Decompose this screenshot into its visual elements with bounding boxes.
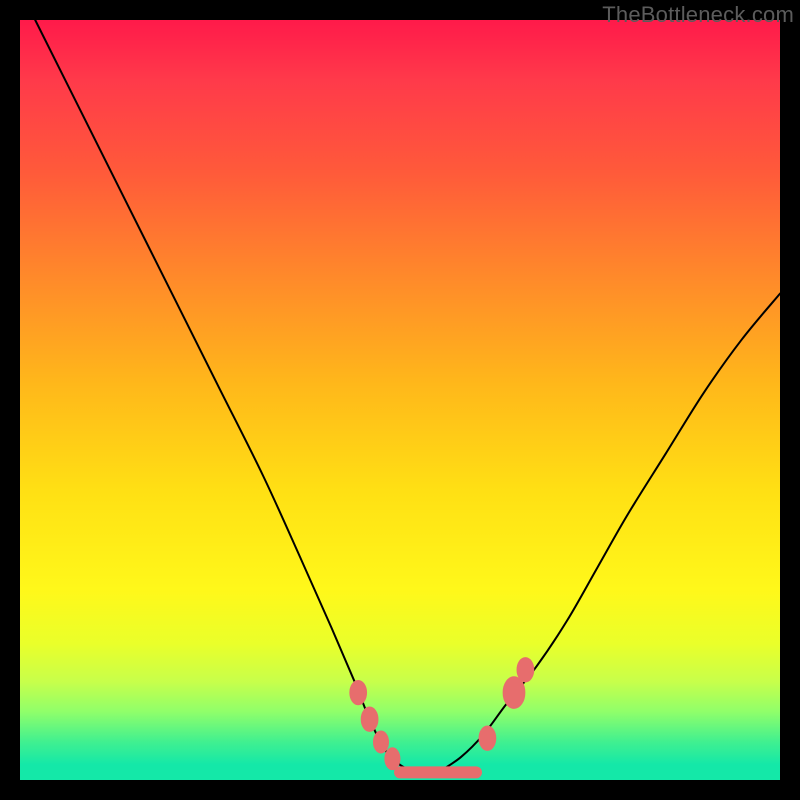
data-bead bbox=[517, 658, 534, 682]
data-bead bbox=[361, 707, 378, 731]
left-curve bbox=[35, 20, 415, 772]
data-bead bbox=[373, 731, 388, 753]
data-bead bbox=[350, 680, 367, 704]
chart-frame bbox=[20, 20, 780, 780]
right-curve bbox=[438, 294, 780, 773]
watermark-text: TheBottleneck.com bbox=[602, 2, 794, 28]
data-bead bbox=[479, 726, 496, 750]
curve-layer bbox=[20, 20, 780, 780]
data-bead bbox=[503, 677, 525, 709]
data-bead bbox=[385, 748, 400, 770]
